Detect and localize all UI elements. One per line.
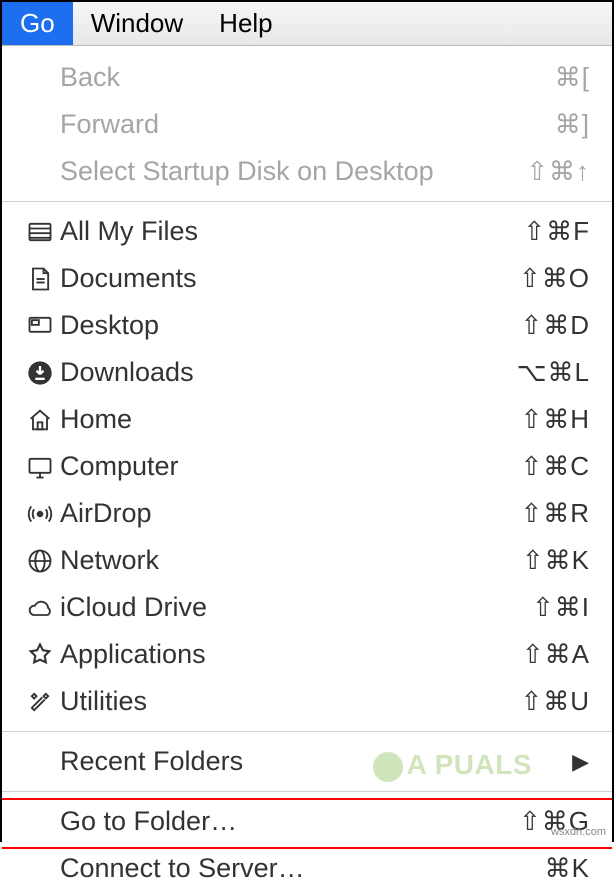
network-icon	[20, 547, 60, 575]
menubar-go[interactable]: Go	[2, 2, 73, 45]
menu-item-utilities[interactable]: Utilities ⇧⌘U	[2, 678, 612, 725]
menu-item-desktop[interactable]: Desktop ⇧⌘D	[2, 302, 612, 349]
menu-shortcut: ⇧⌘D	[480, 310, 590, 341]
menu-shortcut: ⌘[	[480, 62, 590, 93]
menu-shortcut: ⌘K	[480, 853, 590, 884]
menu-shortcut: ⇧⌘O	[480, 263, 590, 294]
menu-item-recent-folders[interactable]: Recent Folders ▶	[2, 738, 612, 785]
menu-separator	[2, 791, 612, 792]
menu-item-go-to-folder[interactable]: Go to Folder… ⇧⌘G	[2, 798, 612, 845]
source-attribution: wsxdn.com	[551, 826, 606, 838]
menu-label: Back	[60, 62, 480, 93]
menubar-help[interactable]: Help	[201, 2, 290, 45]
applications-icon	[20, 641, 60, 669]
menu-label: Forward	[60, 109, 480, 140]
all-files-icon	[20, 218, 60, 246]
menu-item-icloud[interactable]: iCloud Drive ⇧⌘I	[2, 584, 612, 631]
menubar-window[interactable]: Window	[73, 2, 201, 45]
menu-label: Desktop	[60, 310, 480, 341]
menu-label: Home	[60, 404, 480, 435]
menu-shortcut: ⇧⌘A	[480, 639, 590, 670]
menu-shortcut: ⇧⌘R	[480, 498, 590, 529]
menu-label: Connect to Server…	[60, 853, 480, 884]
menu-separator	[2, 731, 612, 732]
menu-item-back: Back ⌘[	[2, 54, 612, 101]
menu-shortcut: ⌥⌘L	[480, 357, 590, 388]
menu-shortcut: ⌘]	[480, 109, 590, 140]
menu-label: Recent Folders	[60, 746, 480, 777]
utilities-icon	[20, 688, 60, 716]
menu-label: Documents	[60, 263, 480, 294]
menu-shortcut: ⇧⌘↑	[480, 156, 590, 187]
submenu-arrow-icon: ▶	[480, 749, 590, 775]
desktop-icon	[20, 312, 60, 340]
menu-item-connect-to-server[interactable]: Connect to Server… ⌘K	[2, 845, 612, 892]
menu-item-startup-disk: Select Startup Disk on Desktop ⇧⌘↑	[2, 148, 612, 195]
menu-item-downloads[interactable]: Downloads ⌥⌘L	[2, 349, 612, 396]
computer-icon	[20, 453, 60, 481]
menu-item-home[interactable]: Home ⇧⌘H	[2, 396, 612, 443]
menu-label: Computer	[60, 451, 480, 482]
icloud-icon	[20, 594, 60, 622]
menu-shortcut: ⇧⌘U	[480, 686, 590, 717]
menu-label: AirDrop	[60, 498, 480, 529]
home-icon	[20, 406, 60, 434]
menu-item-forward: Forward ⌘]	[2, 101, 612, 148]
menu-separator	[2, 201, 612, 202]
menu-item-network[interactable]: Network ⇧⌘K	[2, 537, 612, 584]
documents-icon	[20, 265, 60, 293]
menu-label: All My Files	[60, 216, 480, 247]
menu-label: Downloads	[60, 357, 480, 388]
menu-item-documents[interactable]: Documents ⇧⌘O	[2, 255, 612, 302]
menu-shortcut: ⇧⌘F	[480, 216, 590, 247]
downloads-icon	[20, 359, 60, 387]
go-menu: Back ⌘[ Forward ⌘] Select Startup Disk o…	[2, 46, 612, 896]
menu-item-all-my-files[interactable]: All My Files ⇧⌘F	[2, 208, 612, 255]
menu-shortcut: ⇧⌘I	[480, 592, 590, 623]
menu-label: Applications	[60, 639, 480, 670]
menu-label: Select Startup Disk on Desktop	[60, 156, 480, 187]
menu-item-applications[interactable]: Applications ⇧⌘A	[2, 631, 612, 678]
menu-item-computer[interactable]: Computer ⇧⌘C	[2, 443, 612, 490]
menu-label: Utilities	[60, 686, 480, 717]
menu-label: Network	[60, 545, 480, 576]
menu-item-airdrop[interactable]: AirDrop ⇧⌘R	[2, 490, 612, 537]
menu-label: iCloud Drive	[60, 592, 480, 623]
airdrop-icon	[20, 500, 60, 528]
menu-label: Go to Folder…	[60, 806, 480, 837]
menu-shortcut: ⇧⌘C	[480, 451, 590, 482]
menubar: Go Window Help	[2, 2, 612, 46]
menu-shortcut: ⇧⌘K	[480, 545, 590, 576]
menu-shortcut: ⇧⌘H	[480, 404, 590, 435]
